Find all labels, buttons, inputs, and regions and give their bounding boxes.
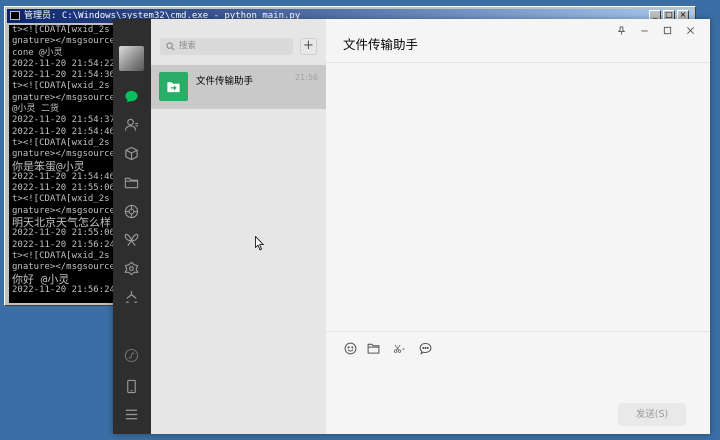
chat-item-name: 文件传输助手 [196,76,254,87]
console-line: @小灵 二货 [12,104,59,115]
nav-sidebar [113,19,151,434]
mouse-cursor-icon [255,236,265,251]
minimize-button[interactable] [633,23,656,37]
chat-item-time: 21:56 [294,73,318,82]
input-divider [326,331,710,332]
folder-icon[interactable] [123,174,140,191]
console-line: gnature></msgsource [12,262,115,273]
input-toolbar [343,341,432,355]
cmd-console-output[interactable]: t><![CDATA[wxid_2s gnature></msgsource con… [9,25,129,303]
emoji-icon [344,342,356,354]
mini-programs-icon[interactable] [123,288,140,305]
maximize-icon [663,26,672,34]
console-line: t><![CDATA[wxid_2s [12,194,110,205]
chat-history-button[interactable] [418,341,432,355]
close-icon [687,26,694,34]
favorites-icon[interactable] [123,145,140,162]
console-line: 2022-11-20 21:54:46 [12,126,115,137]
screenshot-button[interactable] [389,341,409,355]
mini-program-panel-icon[interactable] [123,347,140,364]
chat-list-panel: 搜索 + 文件传输助手 21:56 [151,19,326,434]
chat-icon[interactable] [123,88,140,105]
avatar[interactable] [119,46,144,71]
chat-title: 文件传输助手 [343,37,419,52]
console-line: t><![CDATA[wxid_2s [12,25,110,35]
console-line: t><![CDATA[wxid_2s [12,250,110,261]
console-line: 2022-11-20 21:55:06 [12,228,115,239]
console-line: 2022-11-20 21:54:37 [12,115,115,126]
chat-item-file-transfer[interactable]: 文件传输助手 21:56 [151,65,326,109]
add-chat-button[interactable]: + [300,38,317,55]
console-line: gnature></msgsource [12,92,115,103]
console-line: 你是笨蛋@小灵 [12,159,85,173]
console-line: 你好 @小灵 [12,272,70,286]
search-feature-icon[interactable] [123,260,140,277]
console-line: t><![CDATA[wxid_2s [12,137,110,148]
menu-icon[interactable] [123,406,140,423]
console-line: 2022-11-20 21:54:46 [12,171,115,182]
emoji-button[interactable] [343,341,357,355]
file-transfer-icon [159,72,188,101]
moments-icon[interactable] [123,203,140,220]
wechat-window: 搜索 + 文件传输助手 21:56 文件传输助手 发送(S) [113,19,710,434]
file-button[interactable] [366,341,380,355]
channels-icon[interactable] [123,231,140,248]
folder-icon [367,343,379,354]
cmd-app-icon [10,11,20,20]
minimize-icon [641,30,648,31]
pin-icon [617,25,626,35]
console-line: 2022-11-20 21:56:24 [12,284,115,295]
console-line: gnature></msgsource [12,149,115,160]
console-line: 2022-11-20 21:56:24 [12,239,115,250]
chat-area: 文件传输助手 发送(S) [326,19,710,434]
search-icon [166,42,175,51]
pin-button[interactable] [610,23,633,37]
console-line: cone @小灵 [12,47,63,58]
console-line: t><![CDATA[wxid_2s [12,81,110,92]
maximize-button[interactable] [656,23,679,37]
console-line: 2022-11-20 21:54:22 [12,58,115,69]
send-button[interactable]: 发送(S) [618,403,686,426]
chat-bubble-icon [419,342,431,355]
search-placeholder: 搜索 [179,41,197,51]
phone-icon[interactable] [123,378,140,395]
console-line: 2022-11-20 21:55:06 [12,183,115,194]
header-divider [326,62,710,63]
console-line: 明天北京天气怎么样 [12,216,111,230]
contacts-icon[interactable] [123,116,140,133]
console-line: 2022-11-20 21:54:36 [12,70,115,81]
close-button[interactable] [679,23,702,37]
scissors-icon [393,344,405,353]
console-line: gnature></msgsource [12,36,115,47]
search-input[interactable]: 搜索 [160,38,293,55]
